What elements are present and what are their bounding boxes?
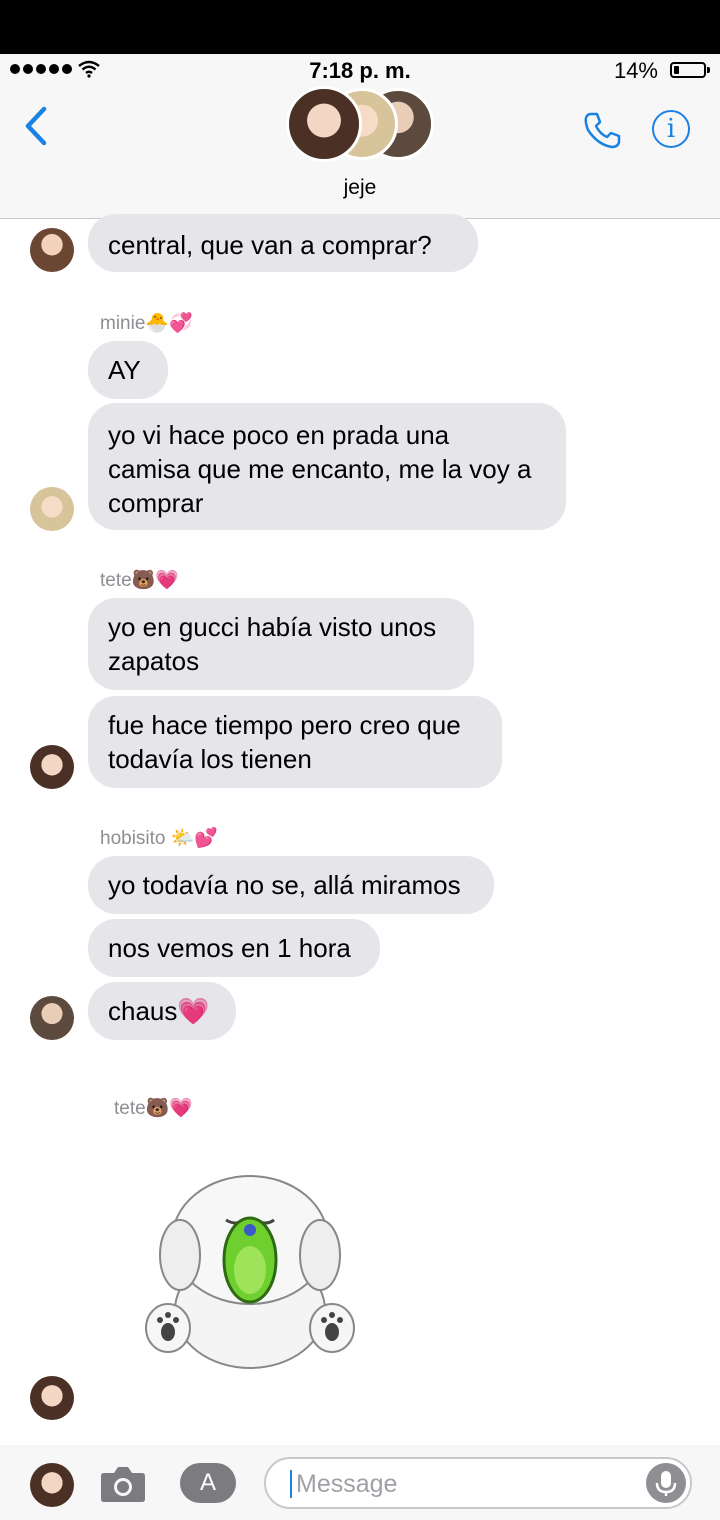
message-input[interactable]: Message xyxy=(264,1457,692,1509)
message-placeholder: Message xyxy=(296,1470,398,1498)
app-store-icon[interactable]: A xyxy=(180,1463,236,1503)
message-bubble: yo en gucci había visto unos zapatos xyxy=(88,598,474,690)
message-text-line: yo vi hace poco en prada una xyxy=(108,420,450,450)
message-text: central, que van a comprar? xyxy=(108,230,432,260)
sender-avatar[interactable] xyxy=(30,996,74,1040)
composer-avatar-icon[interactable] xyxy=(30,1463,74,1507)
sticker-image[interactable] xyxy=(140,1160,360,1380)
message-bubble: yo vi hace poco en prada una camisa que … xyxy=(88,403,566,530)
back-chevron-icon[interactable] xyxy=(20,106,50,146)
group-avatar-1 xyxy=(286,86,362,162)
conversation-header: 7:18 p. m. 14% jeje i xyxy=(0,54,720,219)
sender-avatar[interactable] xyxy=(30,745,74,789)
status-bar: 7:18 p. m. 14% xyxy=(0,54,720,88)
sender-avatar[interactable] xyxy=(30,1376,74,1420)
message-text-line: fue hace tiempo pero creo que xyxy=(108,710,461,740)
message-bubble: AY xyxy=(88,341,168,399)
message-text: chaus💗 xyxy=(108,996,210,1026)
sender-name: minie🐣💞 xyxy=(100,313,193,334)
phone-icon[interactable] xyxy=(582,110,622,150)
message-text-line: comprar xyxy=(108,488,204,518)
message-text-line: todavía los tienen xyxy=(108,744,312,774)
message-bubble: central, que van a comprar? xyxy=(88,214,478,272)
message-bubble: chaus💗 xyxy=(88,982,236,1040)
battery-percent: 14% xyxy=(613,58,658,83)
camera-icon[interactable] xyxy=(100,1465,146,1503)
message-bubble: yo todavía no se, allá miramos xyxy=(88,856,494,914)
message-text-line: camisa que me encanto, me la voy a xyxy=(108,454,532,484)
text-caret xyxy=(290,1470,292,1498)
microphone-icon[interactable] xyxy=(646,1463,686,1503)
battery-icon xyxy=(670,62,710,78)
top-black-bar xyxy=(0,0,720,54)
message-text: AY xyxy=(108,355,141,385)
sender-avatar[interactable] xyxy=(30,487,74,531)
message-text: nos vemos en 1 hora xyxy=(108,933,351,963)
sender-name: tete🐻💗 xyxy=(114,1098,194,1119)
info-icon[interactable]: i xyxy=(652,110,690,148)
message-text: yo todavía no se, allá miramos xyxy=(108,870,461,900)
status-time: 7:18 p. m. xyxy=(309,58,411,83)
message-bubble: nos vemos en 1 hora xyxy=(88,919,380,977)
message-text-line: yo en gucci había visto unos xyxy=(108,612,437,642)
sender-name: hobisito 🌤️💕 xyxy=(100,828,219,849)
message-bubble: fue hace tiempo pero creo que todavía lo… xyxy=(88,696,502,788)
composer-bar: A Message xyxy=(0,1445,720,1520)
group-name[interactable]: jeje xyxy=(0,176,720,200)
group-avatars[interactable] xyxy=(286,86,436,166)
sender-avatar[interactable] xyxy=(30,228,74,272)
message-text-line: zapatos xyxy=(108,646,200,676)
sender-name: tete🐻💗 xyxy=(100,570,180,591)
